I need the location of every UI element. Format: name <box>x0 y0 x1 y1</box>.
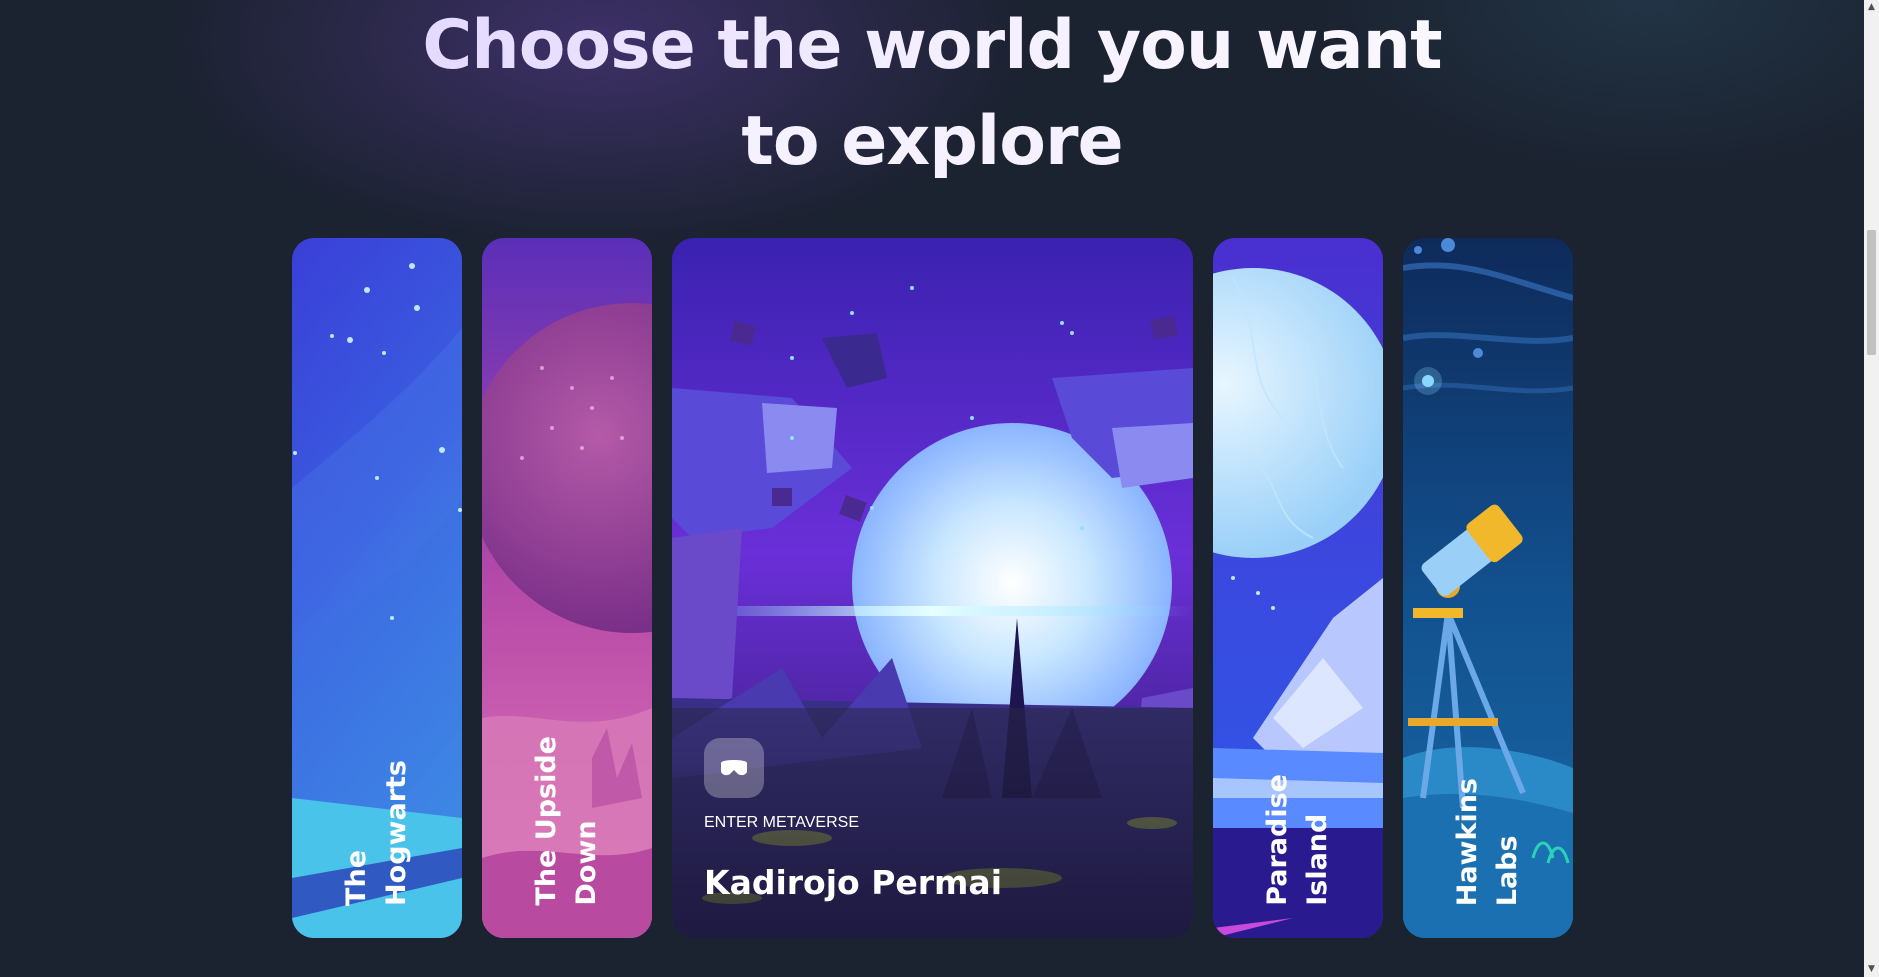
scroll-up-arrow-icon[interactable]: ▲ <box>1864 0 1879 15</box>
featured-world-title: Kadirojo Permai <box>704 863 1002 902</box>
world-label-hogwarts: The Hogwarts <box>337 760 417 906</box>
world-label-line: Down <box>571 820 602 906</box>
world-label-line: Island <box>1302 813 1333 906</box>
headline-line-1: Choose the world you want <box>0 0 1864 94</box>
vr-headset-icon <box>721 760 747 776</box>
world-label-hawkins-labs: Hawkins Labs <box>1448 778 1528 906</box>
world-label-line: Hogwarts <box>381 760 412 906</box>
scroll-thumb[interactable] <box>1867 230 1876 355</box>
world-card-paradise-island[interactable]: Paradise Island <box>1213 238 1383 938</box>
world-card-hawkins-labs[interactable]: Hawkins Labs <box>1403 238 1573 938</box>
world-label-line: The <box>341 850 372 906</box>
page: Choose the world you want to explore The… <box>0 0 1879 977</box>
headline-line-2: to explore <box>741 102 1123 181</box>
enter-metaverse-label[interactable]: ENTER METAVERSE <box>704 814 859 832</box>
world-label-line: Hawkins <box>1452 777 1483 906</box>
world-label-line: The Upside <box>531 736 562 906</box>
world-label-line: Paradise <box>1262 774 1293 906</box>
vr-headset-button[interactable] <box>704 738 764 798</box>
world-label-upside-down: The Upside Down <box>527 736 607 906</box>
world-card-hogwarts[interactable]: The Hogwarts <box>292 238 462 938</box>
world-card-featured[interactable]: ENTER METAVERSE Kadirojo Permai <box>672 238 1193 938</box>
scroll-down-arrow-icon[interactable]: ▼ <box>1864 962 1879 977</box>
world-label-line: Labs <box>1492 835 1523 906</box>
world-card-upside-down[interactable]: The Upside Down <box>482 238 652 938</box>
page-scrollbar[interactable]: ▲ ▼ <box>1864 0 1879 977</box>
world-label-paradise-island: Paradise Island <box>1258 774 1338 906</box>
page-headline: Choose the world you want to explore <box>0 0 1864 190</box>
